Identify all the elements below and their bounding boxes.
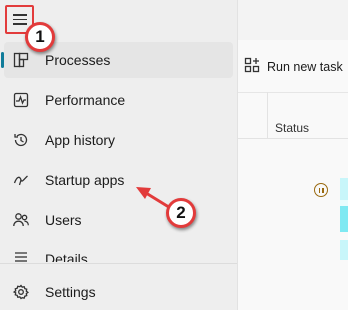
sidebar-item-label: App history: [45, 132, 116, 148]
step-number: 1: [35, 27, 45, 46]
header-divider: [238, 138, 348, 139]
main-panel: Run new task Status: [237, 0, 348, 310]
heat-cell: [340, 178, 348, 200]
details-icon: [12, 249, 30, 262]
gear-icon: [12, 283, 30, 301]
status-column-header[interactable]: Status: [275, 121, 309, 135]
run-new-task-button[interactable]: Run new task: [244, 57, 343, 77]
sidebar-item-label: Performance: [45, 92, 126, 108]
sidebar-divider: [0, 263, 237, 264]
sidebar-item-startup-apps[interactable]: Startup apps: [4, 162, 233, 198]
step-marker-1: 1: [25, 22, 55, 52]
users-icon: [12, 211, 30, 229]
heat-cell: [340, 206, 348, 232]
column-separator: [267, 92, 268, 138]
run-new-task-icon: [244, 57, 260, 78]
sidebar-item-label: Details: [45, 251, 88, 262]
title-bar-area: [238, 0, 348, 40]
sidebar-item-label: Settings: [45, 284, 96, 300]
sidebar-item-label: Users: [45, 212, 82, 228]
startup-apps-icon: [12, 171, 30, 189]
sidebar-item-performance[interactable]: Performance: [4, 82, 233, 118]
sidebar-item-details[interactable]: Details: [4, 242, 233, 262]
sidebar-item-label: Startup apps: [45, 172, 125, 188]
suspended-status-icon: [314, 183, 328, 197]
sidebar-item-users[interactable]: Users: [4, 202, 233, 238]
sidebar-item-app-history[interactable]: App history: [4, 122, 233, 158]
run-new-task-label: Run new task: [267, 60, 343, 74]
step-number: 2: [176, 203, 186, 222]
active-indicator: [1, 52, 4, 68]
sidebar-item-label: Processes: [45, 52, 111, 68]
heat-cell: [340, 240, 348, 260]
step-marker-2: 2: [166, 198, 196, 228]
processes-icon: [12, 51, 30, 69]
app-history-icon: [12, 131, 30, 149]
sidebar-item-settings[interactable]: Settings: [4, 274, 233, 310]
performance-icon: [12, 91, 30, 109]
